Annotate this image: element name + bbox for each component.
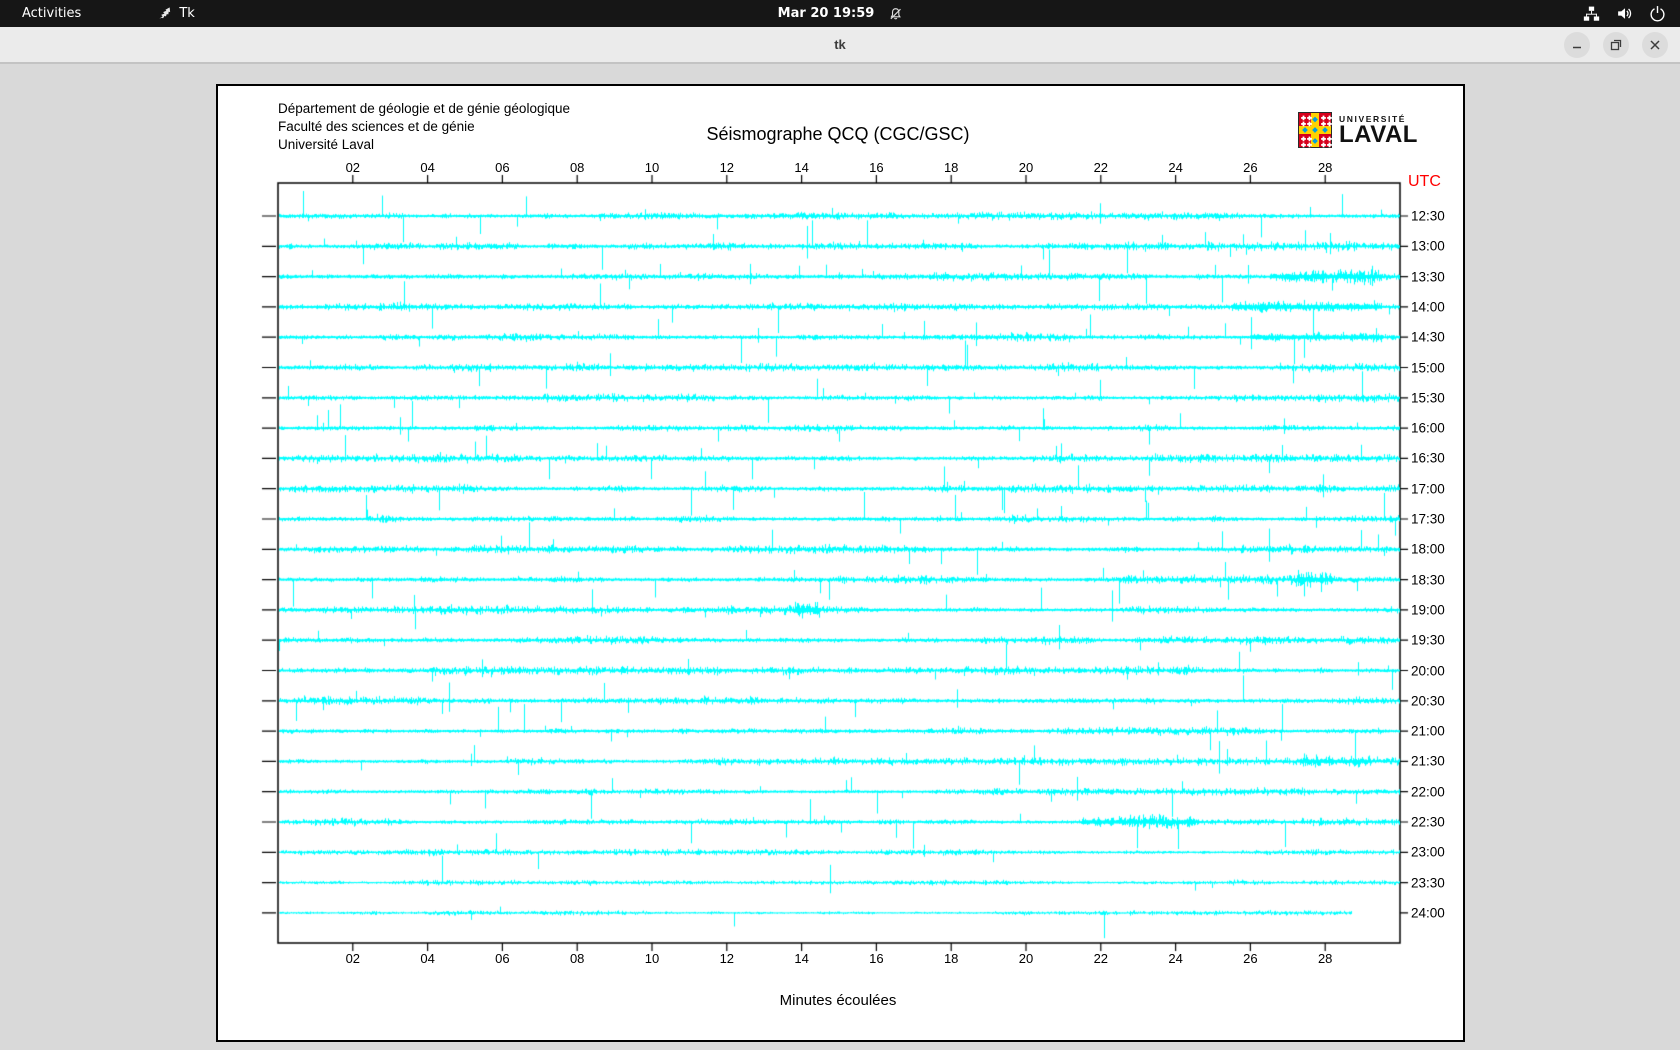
x-tick-label-top: 12 <box>719 160 735 175</box>
utc-time-label: 23:30 <box>1411 875 1445 891</box>
utc-time-label: 16:30 <box>1411 450 1445 466</box>
x-tick-label-bottom: 02 <box>345 951 361 966</box>
x-tick-label-bottom: 06 <box>495 951 510 966</box>
utc-time-label: 19:00 <box>1411 602 1445 618</box>
x-tick-label-bottom: 14 <box>794 951 809 966</box>
gnome-top-bar: Activities Tk Mar 20 19:59 <box>0 0 1680 27</box>
helicorder-canvas <box>218 86 1463 1040</box>
utc-time-label: 16:00 <box>1411 420 1445 436</box>
activities-button[interactable]: Activities <box>18 6 85 21</box>
plot-title: Séismographe QCQ (CGC/GSC) <box>706 124 970 144</box>
x-tick-label-bottom: 12 <box>719 951 735 966</box>
utc-time-label: 20:00 <box>1411 663 1445 678</box>
x-tick-label-top: 28 <box>1317 160 1333 175</box>
tk-feather-icon <box>157 6 172 21</box>
focused-app-indicator[interactable]: Tk <box>157 6 195 21</box>
utc-time-label: 14:00 <box>1411 299 1445 315</box>
seismograph-panel: Département de géologie et de génie géol… <box>216 84 1465 1042</box>
x-tick-label-bottom: 20 <box>1018 951 1034 966</box>
x-tick-label-top: 16 <box>869 160 884 175</box>
org-line-1: Département de géologie et de génie géol… <box>278 101 570 116</box>
utc-time-label: 12:30 <box>1411 208 1445 224</box>
utc-time-label: 15:00 <box>1411 360 1445 375</box>
x-tick-label-top: 18 <box>943 160 959 175</box>
volume-icon[interactable] <box>1616 5 1633 22</box>
utc-time-label: 23:00 <box>1411 844 1445 860</box>
laval-shield-icon <box>1298 112 1332 153</box>
x-axis-title: Minutes écoulées <box>779 992 897 1009</box>
network-wired-icon[interactable] <box>1583 5 1600 22</box>
window-titlebar[interactable]: tk <box>0 27 1680 64</box>
x-tick-label-bottom: 18 <box>943 951 959 966</box>
close-button[interactable] <box>1642 32 1668 58</box>
x-tick-label-top: 20 <box>1018 160 1034 175</box>
utc-time-label: 19:30 <box>1411 632 1445 648</box>
utc-time-label: 24:00 <box>1411 905 1445 921</box>
x-tick-label-top: 08 <box>569 160 585 175</box>
clock-button[interactable]: Mar 20 19:59 <box>778 6 903 21</box>
x-tick-label-top: 10 <box>644 160 660 175</box>
x-tick-label-bottom: 16 <box>869 951 884 966</box>
x-tick-label-top: 06 <box>495 160 510 175</box>
x-tick-label-bottom: 08 <box>569 951 585 966</box>
minimize-button[interactable] <box>1564 32 1590 58</box>
x-tick-label-bottom: 22 <box>1093 951 1109 966</box>
x-tick-label-bottom: 10 <box>644 951 660 966</box>
maximize-button[interactable] <box>1603 32 1629 58</box>
utc-time-label: 17:00 <box>1411 481 1445 497</box>
utc-time-label: 18:30 <box>1411 572 1445 588</box>
utc-time-label: 13:00 <box>1411 238 1445 254</box>
utc-time-label: 21:30 <box>1411 753 1445 769</box>
x-tick-label-bottom: 26 <box>1243 951 1258 966</box>
utc-time-label: 14:30 <box>1411 329 1445 345</box>
utc-time-label: 22:30 <box>1411 814 1445 830</box>
utc-axis-label: UTC <box>1408 173 1441 190</box>
x-tick-label-bottom: 24 <box>1168 951 1183 966</box>
utc-time-label: 22:00 <box>1411 784 1445 800</box>
focused-app-label: Tk <box>179 6 195 21</box>
utc-time-label: 13:30 <box>1411 269 1445 285</box>
x-tick-label-top: 04 <box>420 160 435 175</box>
logo-laval-label: LAVAL <box>1339 121 1418 148</box>
utc-time-label: 15:30 <box>1411 390 1445 406</box>
x-tick-label-top: 26 <box>1243 160 1258 175</box>
clock-label: Mar 20 19:59 <box>777 6 875 21</box>
notifications-muted-icon <box>888 7 902 21</box>
x-tick-label-bottom: 04 <box>420 951 435 966</box>
utc-time-label: 17:30 <box>1411 511 1445 527</box>
power-icon[interactable] <box>1649 5 1666 22</box>
tk-window-content: Département de géologie et de génie géol… <box>0 64 1680 1050</box>
utc-time-label: 20:30 <box>1411 693 1445 709</box>
window-title: tk <box>834 37 846 52</box>
x-tick-label-top: 02 <box>345 160 361 175</box>
x-tick-label-top: 24 <box>1168 160 1183 175</box>
universite-laval-logo: UNIVERSITÉ LAVAL <box>1298 112 1418 153</box>
utc-time-label: 21:00 <box>1411 723 1445 739</box>
utc-time-label: 18:00 <box>1411 541 1445 557</box>
x-tick-label-top: 14 <box>794 160 809 175</box>
x-tick-label-top: 22 <box>1093 160 1109 175</box>
x-tick-label-bottom: 28 <box>1317 951 1333 966</box>
